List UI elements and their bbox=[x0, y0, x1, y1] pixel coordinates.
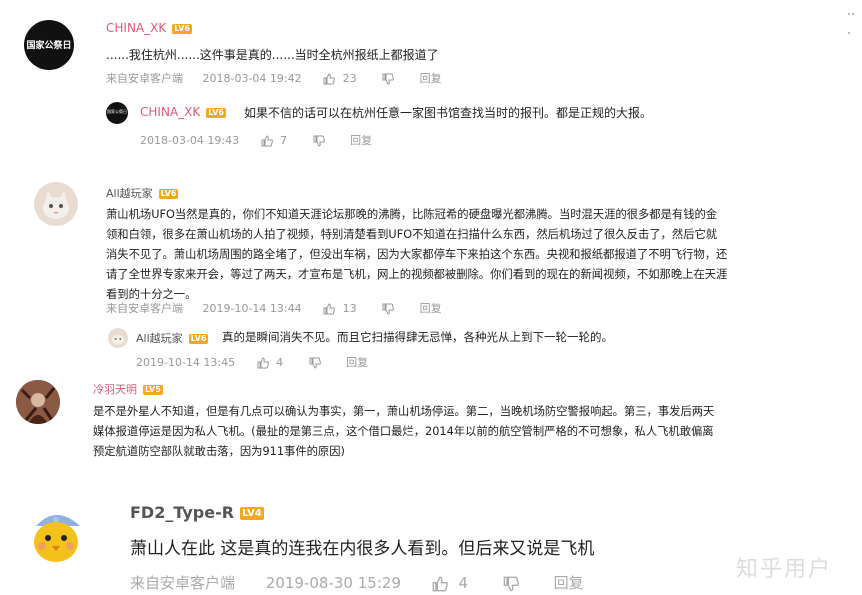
text-line: 消失不见了。萧山机场周围的路全堵了，但没出车祸，因为大家都停车下来拍这个东西。央… bbox=[106, 248, 728, 261]
reply-button[interactable]: 回复 bbox=[350, 132, 372, 148]
like-button[interactable]: 23 bbox=[323, 72, 357, 85]
like-count: 4 bbox=[458, 574, 469, 592]
level-badge: LV4 bbox=[240, 507, 264, 520]
username[interactable]: 冷羽天明 bbox=[93, 383, 137, 396]
comment-text: 是不是外星人不知道，但是有几点可以确认为事实，第一，萧山机场停运。第二，当晚机场… bbox=[93, 402, 714, 462]
reply-meta: 2018-03-04 19:43 7 回复 bbox=[140, 132, 372, 148]
comment-header: CHINA_XK LV6 bbox=[106, 21, 192, 35]
like-count: 23 bbox=[342, 72, 357, 85]
more-dots-icon[interactable] bbox=[848, 0, 858, 34]
level-badge: LV6 bbox=[188, 333, 209, 344]
source-label: 来自安卓客户端 bbox=[130, 574, 236, 592]
thumbs-up-icon bbox=[432, 576, 448, 591]
reply-text: 如果不信的话可以在杭州任意一家图书馆查找当时的报刊。都是正规的大报。 bbox=[244, 106, 653, 120]
source-label: 来自安卓客户端 bbox=[106, 72, 183, 85]
bird-avatar-icon bbox=[34, 515, 80, 562]
text-line: 预定航道防空部队就敢击落，因为911事件的原因) bbox=[93, 445, 345, 458]
thumbs-up-icon bbox=[261, 135, 273, 147]
username[interactable]: FD2_Type-R bbox=[130, 503, 234, 522]
comment-meta: 来自安卓客户端 2019-08-30 15:29 4 回复 bbox=[130, 572, 584, 593]
username[interactable]: All越玩家 bbox=[136, 332, 183, 345]
reply-header: All越玩家 LV6 bbox=[136, 330, 209, 346]
comment-text: ......我住杭州......这件事是真的......当时全杭州报纸上都报道了 bbox=[106, 48, 439, 62]
like-button[interactable]: 13 bbox=[323, 302, 357, 315]
reply-button[interactable]: 回复 bbox=[346, 354, 368, 370]
thumbs-up-icon bbox=[323, 73, 336, 85]
thumbs-down-icon[interactable] bbox=[382, 73, 395, 85]
reply-header: CHINA_XK LV6 bbox=[140, 105, 226, 119]
text-line: 领和白领，很多在萧山机场的人拍了视频，特别清楚看到UFO不知道在扫描什么东西，然… bbox=[106, 228, 718, 241]
source-label: 来自安卓客户端 bbox=[106, 302, 183, 315]
cat-avatar-icon bbox=[112, 334, 124, 345]
reply-meta: 2019-10-14 13:45 4 回复 bbox=[136, 354, 368, 370]
level-badge: LV6 bbox=[158, 188, 179, 199]
like-button[interactable]: 4 bbox=[257, 356, 284, 369]
thumbs-up-icon bbox=[257, 357, 269, 369]
thumbs-down-icon[interactable] bbox=[503, 576, 519, 592]
like-count: 13 bbox=[342, 302, 357, 315]
reply-button[interactable]: 回复 bbox=[420, 70, 442, 86]
comment-header: 冷羽天明 LV5 bbox=[93, 381, 163, 397]
thumbs-down-icon[interactable] bbox=[382, 303, 395, 315]
username[interactable]: CHINA_XK bbox=[140, 105, 200, 119]
like-count: 4 bbox=[276, 356, 284, 369]
username[interactable]: All越玩家 bbox=[106, 187, 153, 200]
thumbs-up-icon bbox=[323, 303, 336, 315]
cat-avatar-icon bbox=[43, 191, 69, 219]
character-avatar-icon bbox=[16, 380, 60, 424]
watermark: 知乎用户 bbox=[736, 557, 833, 582]
timestamp: 2019-10-14 13:45 bbox=[136, 356, 236, 369]
text-line: 媒体报道停运是因为私人飞机。(最扯的是第三点，这个借口最烂，2014年以前的航空… bbox=[93, 425, 714, 438]
reply-text: 真的是瞬间消失不见。而且它扫描得肆无忌惮，各种光从上到下一轮一轮的。 bbox=[222, 330, 613, 344]
level-badge: LV6 bbox=[206, 107, 226, 118]
like-button[interactable]: 4 bbox=[432, 574, 468, 592]
level-badge: LV6 bbox=[172, 23, 192, 34]
timestamp: 2019-10-14 13:44 bbox=[202, 302, 302, 315]
avatar[interactable] bbox=[22, 502, 90, 570]
text-line: 萧山机场UFO当然是真的，你们不知道天涯论坛那晚的沸腾，比陈冠希的硬盘曝光都沸腾… bbox=[106, 208, 718, 221]
avatar[interactable] bbox=[16, 380, 60, 424]
text-line: 请了全世界专家来开会，等过了两天，才宣布是飞机，网上的视频都被删除。你们看到的现… bbox=[106, 268, 728, 281]
level-badge: LV5 bbox=[143, 384, 163, 395]
comment-text: 萧山机场UFO当然是真的，你们不知道天涯论坛那晚的沸腾，比陈冠希的硬盘曝光都沸腾… bbox=[106, 205, 727, 305]
comment-header: FD2_Type-R LV4 bbox=[130, 503, 264, 522]
avatar[interactable]: 国家公祭日 bbox=[106, 102, 128, 124]
avatar-label: 国家公祭日 bbox=[26, 41, 72, 51]
comment-header: All越玩家 LV6 bbox=[106, 185, 179, 201]
avatar-label: 国家公祭日 bbox=[107, 109, 127, 114]
thumbs-down-icon[interactable] bbox=[313, 135, 325, 147]
avatar[interactable] bbox=[108, 328, 128, 348]
text-line: 是不是外星人不知道，但是有几点可以确认为事实，第一，萧山机场停运。第二，当晚机场… bbox=[93, 405, 715, 418]
timestamp: 2018-03-04 19:42 bbox=[202, 72, 302, 85]
comment-text: 萧山人在此 这是真的连我在内很多人看到。但后来又说是飞机 bbox=[130, 539, 595, 559]
reply-button[interactable]: 回复 bbox=[420, 300, 442, 316]
timestamp: 2019-08-30 15:29 bbox=[265, 574, 401, 592]
timestamp: 2018-03-04 19:43 bbox=[140, 134, 240, 147]
avatar[interactable]: 国家公祭日 bbox=[24, 20, 74, 70]
like-button[interactable]: 7 bbox=[261, 134, 288, 147]
thumbs-down-icon[interactable] bbox=[309, 357, 321, 369]
reply-button[interactable]: 回复 bbox=[554, 572, 584, 593]
comment-meta: 来自安卓客户端 2018-03-04 19:42 23 回复 bbox=[106, 70, 442, 86]
username[interactable]: CHINA_XK bbox=[106, 21, 166, 35]
like-count: 7 bbox=[280, 134, 288, 147]
comment-meta: 来自安卓客户端 2019-10-14 13:44 13 回复 bbox=[106, 300, 442, 316]
avatar[interactable] bbox=[34, 182, 78, 226]
